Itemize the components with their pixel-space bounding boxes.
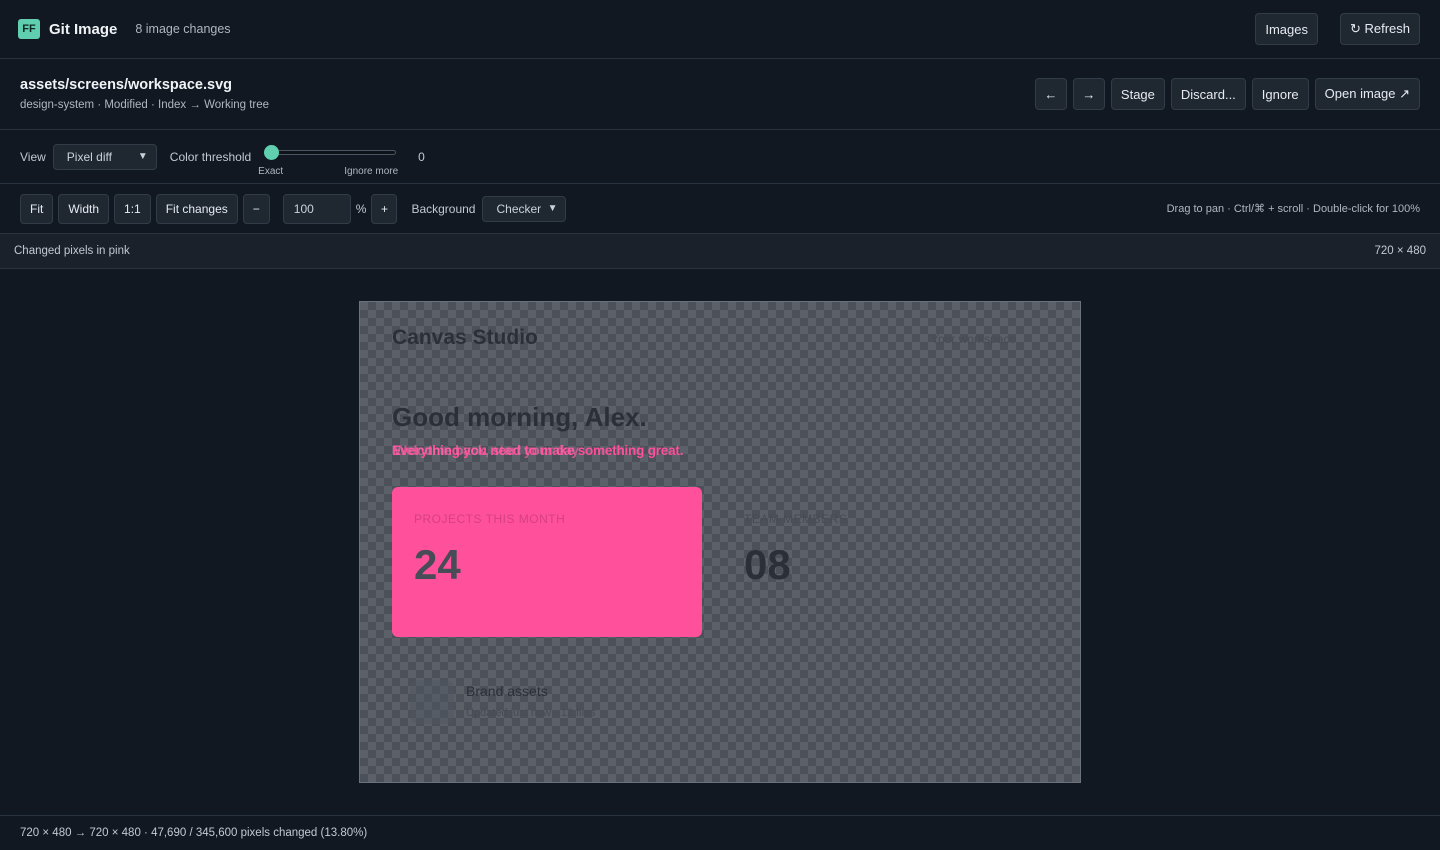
one-to-one-button[interactable]: 1:1: [114, 193, 151, 224]
stage-button[interactable]: Stage: [1110, 78, 1165, 110]
image-subtitle-previous: Welcome back, start your day: [394, 443, 579, 458]
diff-legend: Changed pixels in pink: [14, 245, 130, 257]
zoom-out-button[interactable]: −: [242, 193, 270, 224]
asset-title: Brand assets: [466, 683, 548, 699]
diff-canvas[interactable]: Canvas Studio Your workspace Good mornin…: [0, 269, 1440, 815]
asset-meta: Updated just now · 12 files: [466, 707, 596, 719]
image-greeting: Good morning, Alex.: [392, 402, 647, 432]
info-bar: Changed pixels in pink 720 × 480: [0, 234, 1440, 269]
threshold-value: 0: [418, 149, 425, 164]
ignore-button[interactable]: Ignore: [1251, 78, 1309, 110]
view-mode-value: Pixel diff: [66, 149, 112, 164]
background-value: Checker: [496, 201, 542, 216]
slider-track: [264, 149, 397, 155]
background-select[interactable]: Checker ▼: [482, 195, 567, 222]
view-bar: View Pixel diff ▼ Color threshold Exact …: [0, 130, 1440, 184]
refresh-button[interactable]: ↻ Refresh: [1339, 13, 1420, 45]
background-label: Background: [411, 201, 476, 216]
zoom-in-button[interactable]: +: [371, 193, 398, 224]
width-button[interactable]: Width: [58, 193, 110, 224]
slider-handle[interactable]: [264, 144, 280, 160]
open-image-button[interactable]: Open image ↗: [1314, 78, 1420, 110]
zoom-bar: Fit Width 1:1 Fit changes − 100 % + Back…: [0, 184, 1440, 234]
view-label: View: [20, 149, 46, 164]
app-title: Git Image: [49, 20, 118, 38]
file-bar: assets/screens/workspace.svg design-syst…: [0, 59, 1440, 130]
diff-image[interactable]: Canvas Studio Your workspace Good mornin…: [359, 301, 1081, 783]
pan-zoom-hint: Drag to pan · Ctrl/⌘ + scroll · Double-c…: [1166, 203, 1420, 215]
next-file-button[interactable]: →: [1072, 78, 1105, 110]
image-card-team: TEAM MEMBERS 08: [744, 487, 1044, 637]
discard-button[interactable]: Discard...: [1170, 78, 1246, 110]
diff-stats: 720 × 480 → 720 × 480 · 47,690 / 345,600…: [20, 827, 368, 839]
threshold-label: Color threshold: [169, 149, 252, 164]
threshold-slider[interactable]: Exact Ignore more: [258, 137, 398, 177]
threshold-min-label: Exact: [258, 165, 284, 177]
image-dimensions: 720 × 480: [1374, 245, 1426, 257]
top-bar: FF Git Image 8 image changes Images ↻ Re…: [0, 0, 1440, 59]
zoom-input[interactable]: 100: [282, 193, 351, 224]
asset-folder-icon: [410, 680, 454, 724]
changes-count: 8 image changes: [135, 22, 231, 36]
fit-changes-button[interactable]: Fit changes: [155, 193, 238, 224]
view-mode-select[interactable]: Pixel diff ▼: [52, 143, 157, 170]
prev-file-button[interactable]: ←: [1034, 78, 1067, 110]
images-button[interactable]: Images: [1255, 13, 1318, 45]
app-logo: FF: [18, 19, 40, 39]
fit-button[interactable]: Fit: [20, 193, 54, 224]
threshold-max-label: Ignore more: [344, 165, 399, 177]
file-path: assets/screens/workspace.svg: [20, 77, 232, 93]
card-projects-label: PROJECTS THIS MONTH: [414, 512, 566, 526]
image-brand-text: Canvas Studio: [392, 326, 538, 349]
chevron-down-icon: ▼: [547, 203, 558, 214]
card-team-label: TEAM MEMBERS: [744, 512, 848, 526]
chevron-down-icon: ▼: [137, 151, 148, 162]
file-meta: design-system · Modified · Index → Worki…: [20, 99, 270, 111]
card-team-value: 08: [744, 541, 791, 588]
image-workspace-text: Your workspace: [931, 332, 1016, 346]
card-projects-value: 24: [414, 541, 461, 588]
percent-label: %: [355, 201, 367, 216]
image-card-projects: PROJECTS THIS MONTH 24: [392, 487, 702, 637]
status-bar: 720 × 480 → 720 × 480 · 47,690 / 345,600…: [0, 815, 1440, 850]
